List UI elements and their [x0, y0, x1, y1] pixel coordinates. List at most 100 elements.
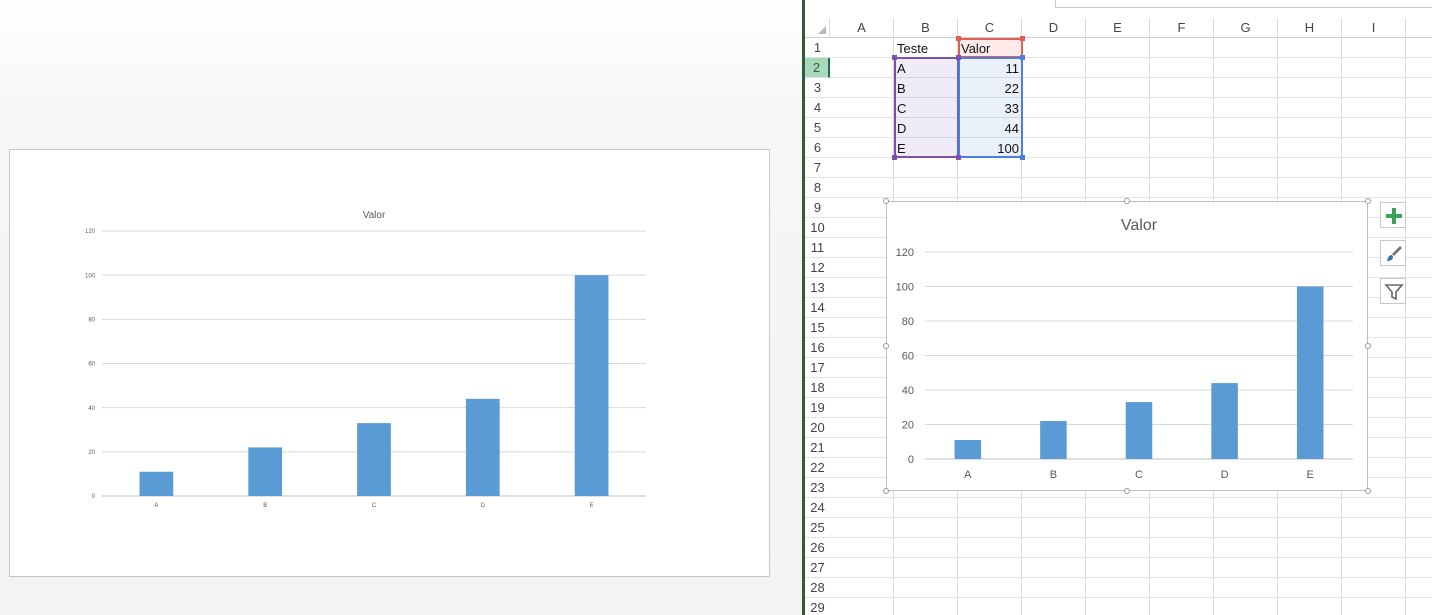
- column-header-d[interactable]: D: [1022, 18, 1086, 37]
- cell-c4[interactable]: 33: [958, 98, 1022, 118]
- row-header-21[interactable]: 21: [805, 438, 830, 458]
- column-header-i[interactable]: I: [1342, 18, 1406, 37]
- slide-chart-bar-a[interactable]: [139, 471, 174, 496]
- embedded-chart-x-tick-label: B: [1050, 469, 1057, 481]
- row-header-6[interactable]: 6: [805, 138, 830, 158]
- row-header-17[interactable]: 17: [805, 358, 830, 378]
- cell-b2[interactable]: A: [894, 58, 958, 78]
- column-header-c[interactable]: C: [958, 18, 1022, 37]
- formula-bar-edge[interactable]: [1055, 0, 1432, 8]
- row-header-15[interactable]: 15: [805, 318, 830, 338]
- row-header-1[interactable]: 1: [805, 38, 830, 58]
- chart-resize-handle[interactable]: [1365, 343, 1371, 349]
- column-header-g[interactable]: G: [1214, 18, 1278, 37]
- embedded-chart-bar-c[interactable]: [1125, 402, 1153, 459]
- row-header-16[interactable]: 16: [805, 338, 830, 358]
- cell-c3[interactable]: 22: [958, 78, 1022, 98]
- column-header-h[interactable]: H: [1278, 18, 1342, 37]
- row-header-4[interactable]: 4: [805, 98, 830, 118]
- funnel-icon: [1384, 284, 1404, 301]
- cell-b5[interactable]: D: [894, 118, 958, 138]
- range-resize-handle[interactable]: [956, 155, 961, 160]
- row-header-7[interactable]: 7: [805, 158, 830, 178]
- slide-chart-title[interactable]: Valor: [363, 210, 386, 221]
- row-header-20[interactable]: 20: [805, 418, 830, 438]
- cell-b3[interactable]: B: [894, 78, 958, 98]
- column-header-e[interactable]: E: [1086, 18, 1150, 37]
- chart-resize-handle[interactable]: [1365, 488, 1371, 494]
- slide-chart-bar-e[interactable]: [574, 275, 609, 496]
- select-all-corner[interactable]: [805, 18, 830, 37]
- cell-c5[interactable]: 44: [958, 118, 1022, 138]
- cell-b4[interactable]: C: [894, 98, 958, 118]
- row-header-26[interactable]: 26: [805, 538, 830, 558]
- range-resize-handle[interactable]: [956, 55, 961, 60]
- column-header-f[interactable]: F: [1150, 18, 1214, 37]
- row-header-9[interactable]: 9: [805, 198, 830, 218]
- chart-resize-handle[interactable]: [883, 488, 889, 494]
- embedded-chart-bar-e[interactable]: [1296, 286, 1324, 460]
- row-header-12[interactable]: 12: [805, 258, 830, 278]
- chart-resize-handle[interactable]: [1124, 198, 1130, 204]
- row-header-3[interactable]: 3: [805, 78, 830, 98]
- chart-resize-handle[interactable]: [1124, 488, 1130, 494]
- chart-styles-button[interactable]: [1380, 240, 1406, 266]
- chart-resize-handle[interactable]: [883, 343, 889, 349]
- slide-chart-x-tick-label: D: [481, 503, 486, 509]
- row-header-8[interactable]: 8: [805, 178, 830, 198]
- cell-c2[interactable]: 11: [958, 58, 1022, 78]
- slide-editor-pane: Valor 0 20 40 60 80 100 120 A B C D E: [0, 0, 802, 615]
- row-header-22[interactable]: 22: [805, 458, 830, 478]
- row-header-13[interactable]: 13: [805, 278, 830, 298]
- slide-chart-bar-c[interactable]: [357, 423, 391, 496]
- row-header-11[interactable]: 11: [805, 238, 830, 258]
- grid-line-horizontal: [830, 577, 1432, 578]
- row-header-28[interactable]: 28: [805, 578, 830, 598]
- chart-resize-handle[interactable]: [1365, 198, 1371, 204]
- row-header-24[interactable]: 24: [805, 498, 830, 518]
- range-resize-handle[interactable]: [956, 36, 961, 41]
- grid-line-horizontal: [830, 197, 1432, 198]
- range-resize-handle[interactable]: [892, 155, 897, 160]
- embedded-chart-bar-a[interactable]: [954, 440, 982, 459]
- slide-chart-bar-d[interactable]: [465, 398, 500, 496]
- row-header-10[interactable]: 10: [805, 218, 830, 238]
- chart-resize-handle[interactable]: [883, 198, 889, 204]
- row-header-14[interactable]: 14: [805, 298, 830, 318]
- cell-c1[interactable]: Valor: [958, 38, 1022, 58]
- row-header-29[interactable]: 29: [805, 598, 830, 615]
- embedded-chart-bar-d[interactable]: [1211, 383, 1238, 459]
- cell-b6[interactable]: E: [894, 138, 958, 158]
- cell-b1[interactable]: Teste: [894, 38, 958, 58]
- column-header-b[interactable]: B: [894, 18, 958, 37]
- range-resize-handle[interactable]: [1020, 55, 1025, 60]
- embedded-chart-bar-b[interactable]: [1040, 421, 1067, 459]
- embedded-chart[interactable]: Valor 0 20 40 60 80 100 120 A B C D E: [886, 201, 1368, 491]
- row-header-5[interactable]: 5: [805, 118, 830, 138]
- chart-elements-button[interactable]: [1380, 202, 1406, 228]
- embedded-chart-x-tick-label: A: [964, 469, 972, 481]
- row-header-27[interactable]: 27: [805, 558, 830, 578]
- slide-chart[interactable]: Valor 0 20 40 60 80 100 120 A B C D E: [10, 150, 771, 578]
- row-header-19[interactable]: 19: [805, 398, 830, 418]
- column-header-a[interactable]: A: [830, 18, 894, 37]
- grid-line-horizontal: [830, 177, 1432, 178]
- row-header-23[interactable]: 23: [805, 478, 830, 498]
- row-header-18[interactable]: 18: [805, 378, 830, 398]
- range-resize-handle[interactable]: [1020, 36, 1025, 41]
- embedded-chart-y-tick-label: 120: [896, 247, 914, 259]
- embedded-chart-plot[interactable]: Valor 0 20 40 60 80 100 120 A B C D E: [887, 202, 1369, 492]
- cell-c6[interactable]: 100: [958, 138, 1022, 158]
- slide-chart-bar-b[interactable]: [248, 447, 283, 496]
- slide-canvas[interactable]: Valor 0 20 40 60 80 100 120 A B C D E: [9, 149, 770, 577]
- slide-chart-x-tick-label: B: [263, 503, 267, 509]
- row-header-25[interactable]: 25: [805, 518, 830, 538]
- row-header-2[interactable]: 2: [805, 58, 830, 78]
- spreadsheet-pane: ABCDEFGHI 1 2 3 4 5 6 7 8 9 10 11 12 13 14 15 16 17 18 19 2…: [805, 0, 1432, 615]
- grid-line-horizontal: [830, 537, 1432, 538]
- range-resize-handle[interactable]: [892, 55, 897, 60]
- grid-line-horizontal: [830, 497, 1432, 498]
- embedded-chart-title[interactable]: Valor: [1121, 217, 1158, 234]
- chart-filters-button[interactable]: [1380, 278, 1406, 304]
- range-resize-handle[interactable]: [1020, 155, 1025, 160]
